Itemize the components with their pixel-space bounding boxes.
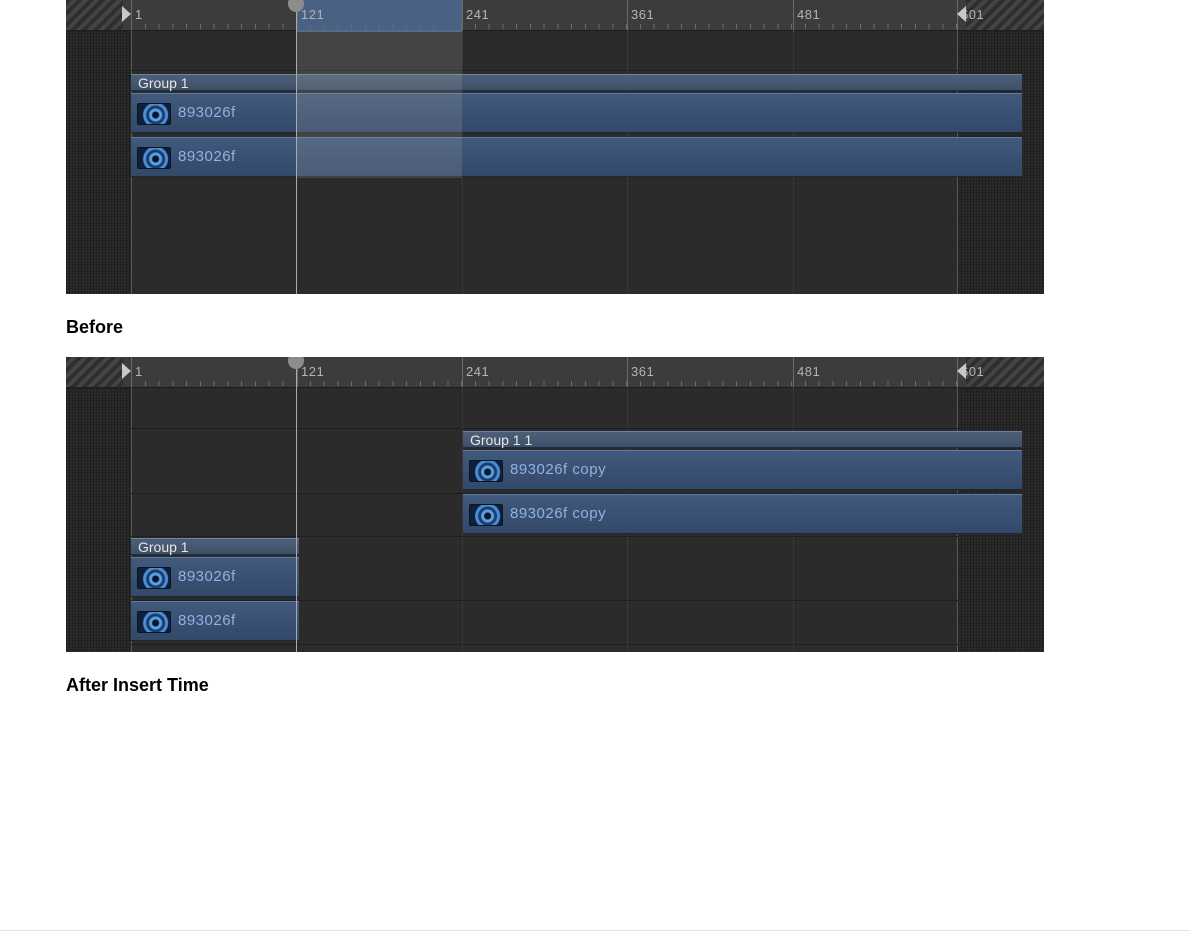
copy-layer-bar[interactable]: 893026f copy: [463, 450, 1022, 490]
page-divider: [0, 930, 1190, 931]
play-range-out-marker[interactable]: [957, 6, 966, 22]
layer-thumbnail-icon: [137, 103, 171, 125]
ruler-major-tick: [462, 0, 463, 30]
layer-name: 893026f: [178, 612, 236, 629]
layer-name: 893026f: [178, 568, 236, 585]
ruler-major-tick: [131, 0, 132, 30]
layer-name: 893026f copy: [510, 505, 607, 522]
time-ruler[interactable]: 1 121 241 361 481 601: [66, 0, 1044, 32]
ruler-label: 361: [631, 7, 655, 22]
timeline-left-margin: [66, 0, 131, 294]
ruler-label: 241: [466, 7, 490, 22]
timeline-left-margin: [66, 357, 131, 652]
ruler-label: 481: [797, 364, 821, 379]
group-bar[interactable]: Group 1: [131, 74, 1022, 91]
group-label: Group 1: [138, 539, 189, 555]
layer-name: 893026f copy: [510, 461, 607, 478]
caption-before: Before: [66, 317, 124, 337]
track-divider: [131, 536, 958, 537]
ruler-minor-ticks: [131, 0, 958, 30]
ruler-minor-ticks: [131, 357, 958, 387]
timeline-before: 1 121 241 361 481 601 Group 1 893026f 89…: [66, 0, 1044, 294]
track-divider: [131, 644, 958, 645]
group-label: Group 1 1: [470, 432, 533, 448]
ruler-label: 121: [301, 364, 325, 379]
play-range-in-marker[interactable]: [122, 6, 131, 22]
layer-thumbnail-icon: [137, 611, 171, 633]
copy-group-bar[interactable]: Group 1 1: [463, 431, 1022, 448]
play-range-in-marker[interactable]: [122, 363, 131, 379]
layer-thumbnail-icon: [137, 147, 171, 169]
ruler-label: 361: [631, 364, 655, 379]
timeline-after: 1 121 241 361 481 601 Group 1 1 893026f …: [66, 357, 1044, 652]
layer-name: 893026f: [178, 104, 236, 121]
playhead-line: [296, 369, 297, 652]
layer-name: 893026f: [178, 148, 236, 165]
ruler-major-tick: [627, 357, 628, 387]
play-range-out-marker[interactable]: [957, 363, 966, 379]
ruler-major-tick: [793, 0, 794, 30]
ruler-label: 121: [301, 7, 325, 22]
playhead-line: [296, 12, 297, 294]
layer-bar[interactable]: 893026f: [131, 137, 1022, 177]
group-label: Group 1: [138, 75, 189, 91]
time-ruler[interactable]: 1 121 241 361 481 601: [66, 357, 1044, 388]
selected-time-range[interactable]: [297, 30, 462, 178]
ruler-label: 1: [135, 7, 143, 22]
ruler-label: 481: [797, 7, 821, 22]
ruler-major-tick: [462, 357, 463, 387]
ruler-major-tick: [131, 357, 132, 387]
layer-thumbnail-icon: [469, 504, 503, 526]
layer-bar[interactable]: 893026f: [131, 557, 299, 597]
ruler-hatch-left: [66, 357, 123, 387]
caption-after: After Insert Time: [66, 675, 209, 695]
group-bar[interactable]: Group 1: [131, 538, 299, 555]
ruler-major-tick: [793, 357, 794, 387]
copy-layer-bar[interactable]: 893026f copy: [463, 494, 1022, 534]
ruler-label: 241: [466, 364, 490, 379]
track-divider: [131, 70, 958, 71]
layer-bar[interactable]: 893026f: [131, 601, 299, 641]
ruler-major-tick: [627, 0, 628, 30]
ruler-hatch-left: [66, 0, 123, 30]
track-divider: [131, 428, 958, 429]
ruler-label: 1: [135, 364, 143, 379]
layer-thumbnail-icon: [137, 567, 171, 589]
layer-thumbnail-icon: [469, 460, 503, 482]
layer-bar[interactable]: 893026f: [131, 93, 1022, 133]
